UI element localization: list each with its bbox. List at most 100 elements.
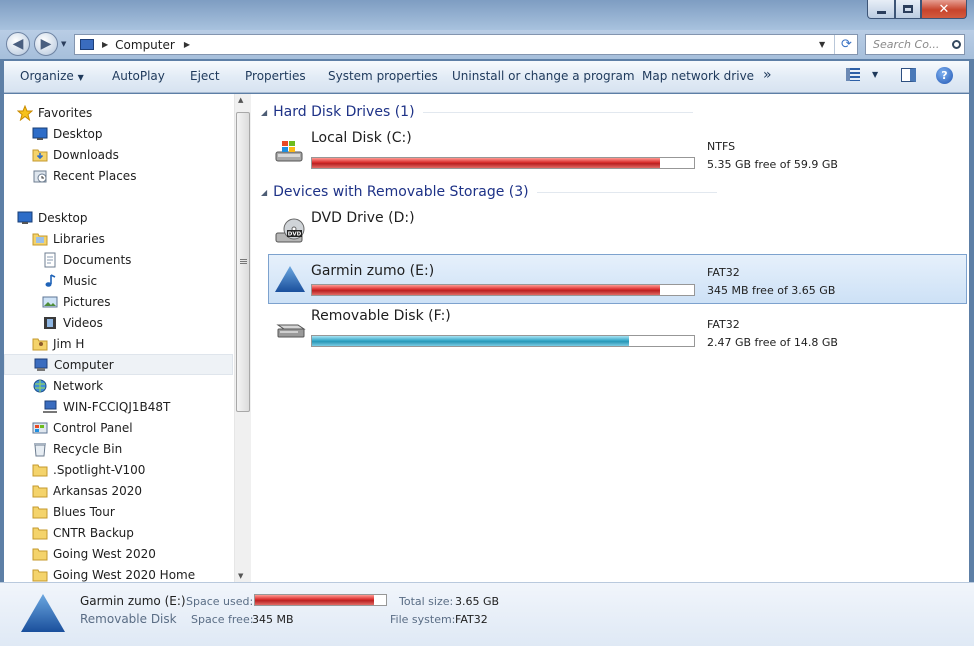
refresh-icon: ⟳: [841, 37, 852, 52]
nav-item-videos[interactable]: Videos: [42, 312, 103, 333]
autoplay-button[interactable]: AutoPlay: [112, 69, 165, 83]
scroll-down-button[interactable]: ▼: [238, 572, 243, 580]
nav-item-label: Arkansas 2020: [53, 483, 143, 498]
system-properties-button[interactable]: System properties: [328, 69, 438, 83]
search-icon: [952, 40, 961, 49]
nav-item-blues-tour[interactable]: Blues Tour: [32, 501, 115, 522]
search-input[interactable]: Search Co...: [865, 34, 965, 55]
nav-item-label: Music: [63, 273, 98, 288]
minimize-button[interactable]: [867, 0, 895, 19]
nav-item-favorites[interactable]: Favorites: [17, 102, 92, 123]
breadcrumb-separator-icon[interactable]: ▶: [102, 40, 108, 49]
nav-item-arkansas-2020[interactable]: Arkansas 2020: [32, 480, 142, 501]
nav-item-desktop[interactable]: Desktop: [17, 207, 88, 228]
drive-name: Garmin zumo (E:): [311, 263, 435, 279]
nav-item-recent-places[interactable]: Recent Places: [32, 165, 136, 186]
organize-button[interactable]: Organize ▼: [20, 69, 84, 83]
nav-item-desktop[interactable]: Desktop: [32, 123, 103, 144]
grip-icon: [240, 259, 247, 265]
drive-item-dvd-d[interactable]: DVD DVD Drive (D:): [269, 210, 949, 256]
usage-fill: [312, 285, 660, 295]
nav-item-going-west-2020[interactable]: Going West 2020: [32, 543, 156, 564]
map-network-drive-button[interactable]: Map network drive: [642, 69, 754, 83]
more-commands-button[interactable]: »: [763, 67, 772, 83]
nav-item-computer[interactable]: Computer: [4, 354, 233, 375]
usage-fill: [255, 595, 375, 605]
folder-icon: [32, 462, 48, 478]
network-icon: [32, 378, 48, 394]
computer-icon: [33, 357, 49, 373]
scroll-thumb[interactable]: [236, 112, 250, 412]
drive-file-system: NTFS: [707, 140, 736, 153]
change-view-button[interactable]: [846, 68, 860, 84]
minimize-icon: [876, 10, 886, 14]
garmin-triangle-icon: [275, 266, 305, 292]
nav-item-control-panel[interactable]: Control Panel: [32, 417, 133, 438]
nav-item-label: Videos: [63, 315, 103, 330]
group-header-removable-storage[interactable]: ◢ Devices with Removable Storage (3): [261, 182, 717, 202]
nav-item-recycle-bin[interactable]: Recycle Bin: [32, 438, 122, 459]
nav-item-cntr-backup[interactable]: CNTR Backup: [32, 522, 134, 543]
group-header-hard-disk-drives[interactable]: ◢ Hard Disk Drives (1): [261, 102, 693, 122]
view-details-icon: [846, 68, 860, 81]
computer-small-icon: [80, 39, 94, 50]
folder-icon: [32, 546, 48, 562]
drive-item-local-disk-c[interactable]: Local Disk (C:) NTFS 5.35 GB free of 59.…: [269, 130, 949, 176]
nav-item-network[interactable]: Network: [32, 375, 103, 396]
title-bar: ✕: [0, 0, 974, 30]
help-button[interactable]: ?: [936, 67, 953, 84]
details-pane: Garmin zumo (E:) Removable Disk Space us…: [0, 582, 974, 646]
refresh-button[interactable]: ⟳: [834, 35, 858, 54]
nav-item-documents[interactable]: Documents: [42, 249, 131, 270]
usage-fill: [312, 158, 660, 168]
nav-item-libraries[interactable]: Libraries: [32, 228, 105, 249]
preview-pane-button[interactable]: [901, 68, 916, 85]
chevron-down-icon: ▼: [77, 73, 84, 82]
collapse-arrow-icon[interactable]: ◢: [261, 188, 267, 197]
nav-item-spotlight-v100[interactable]: .Spotlight-V100: [32, 459, 145, 480]
breadcrumb-separator-icon[interactable]: ▶: [184, 40, 190, 49]
address-dropdown-icon[interactable]: ▼: [819, 40, 825, 49]
back-button[interactable]: ◀: [6, 32, 30, 56]
garmin-triangle-icon: [21, 594, 65, 632]
view-options-dropdown[interactable]: ▼: [872, 70, 878, 79]
address-bar[interactable]: ▶ Computer ▶ ▼ ⟳: [74, 34, 858, 55]
collapse-arrow-icon[interactable]: ◢: [261, 108, 267, 117]
close-icon: ✕: [938, 1, 950, 17]
downloads-folder-icon: [32, 147, 48, 163]
desktop-icon: [17, 210, 33, 226]
forward-button[interactable]: ▶: [34, 32, 58, 56]
navigation-scrollbar[interactable]: ▲ ▼: [234, 94, 251, 582]
nav-item-jim-h[interactable]: Jim H: [32, 333, 84, 354]
nav-item-music[interactable]: Music: [42, 270, 97, 291]
space-used-label: Space used:: [186, 595, 254, 608]
total-size-label: Total size:: [399, 595, 454, 608]
properties-button[interactable]: Properties: [245, 69, 306, 83]
nav-item-going-west-2020-home[interactable]: Going West 2020 Home: [32, 564, 195, 582]
drive-usage-bar: [311, 284, 695, 296]
file-system-label: File system:: [390, 613, 456, 626]
maximize-button[interactable]: [895, 0, 921, 19]
recent-pages-dropdown[interactable]: ▼: [61, 40, 66, 48]
breadcrumb-computer[interactable]: Computer: [115, 38, 175, 52]
eject-button[interactable]: Eject: [190, 69, 220, 83]
nav-item-downloads[interactable]: Downloads: [32, 144, 119, 165]
details-usage-bar: [254, 594, 387, 606]
total-size-value: 3.65 GB: [455, 595, 500, 608]
nav-item-label: Pictures: [63, 294, 111, 309]
svg-text:DVD: DVD: [288, 232, 302, 238]
drive-item-garmin-e[interactable]: Garmin zumo (E:) FAT32 345 MB free of 3.…: [268, 254, 967, 304]
close-button[interactable]: ✕: [921, 0, 967, 19]
nav-item-win-fcciqj1b48t[interactable]: WIN-FCCIQJ1B48T: [42, 396, 170, 417]
nav-item-pictures[interactable]: Pictures: [42, 291, 111, 312]
nav-item-label: Libraries: [53, 231, 105, 246]
drive-item-removable-f[interactable]: Removable Disk (F:) FAT32 2.47 GB free o…: [269, 308, 949, 354]
nav-item-label: Control Panel: [53, 420, 133, 435]
nav-item-label: Jim H: [53, 336, 85, 351]
file-system-value: FAT32: [455, 613, 488, 626]
uninstall-program-button[interactable]: Uninstall or change a program: [452, 69, 635, 83]
pictures-icon: [42, 294, 58, 310]
scroll-up-button[interactable]: ▲: [238, 96, 243, 104]
star-icon: [17, 104, 33, 121]
network-computer-icon: [42, 399, 58, 415]
